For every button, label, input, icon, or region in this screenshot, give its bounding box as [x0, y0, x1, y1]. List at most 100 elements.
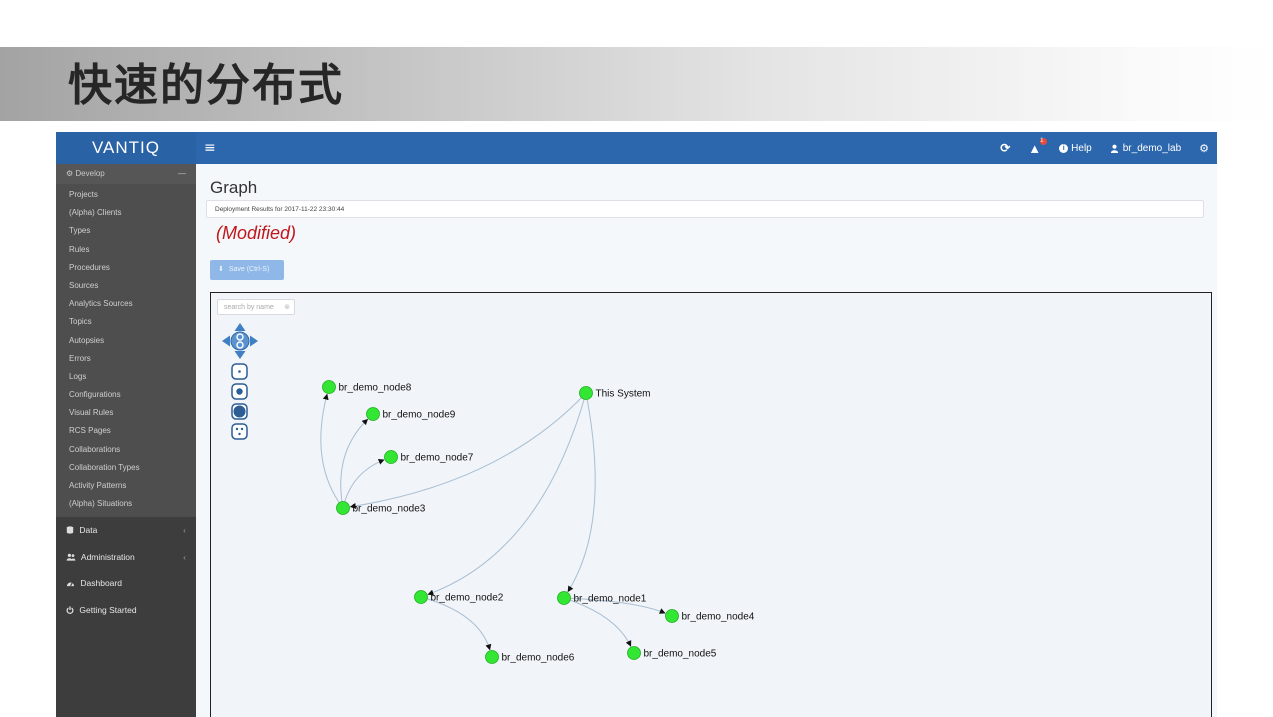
- settings-gears-icon[interactable]: ⚙: [1199, 142, 1209, 155]
- logo-text: VANTIQ: [91, 138, 161, 157]
- graph-node-label: br_demo_node4: [682, 612, 755, 623]
- graph-canvas[interactable]: This System br_demo_node8 br_demo_node9 br_…: [211, 293, 1210, 717]
- graph-node-circle[interactable]: [579, 386, 593, 400]
- sidebar-section-develop[interactable]: ⚙ Develop —: [56, 164, 196, 184]
- main-content: Graph Deployment Results for 2017-11-22 …: [196, 164, 1217, 717]
- graph-node-label: br_demo_node9: [383, 410, 456, 421]
- chevron-left-icon: ‹: [183, 525, 186, 536]
- graph-node-label: This System: [596, 389, 651, 400]
- sidebar-main-label: Administration: [80, 551, 135, 562]
- node-size-tool-small[interactable]: [231, 363, 248, 380]
- sidebar-item[interactable]: Collaboration Types: [56, 459, 196, 477]
- graph-node-label: br_demo_node2: [431, 593, 504, 604]
- database-icon: [66, 526, 74, 535]
- users-icon: [66, 553, 76, 561]
- menu-toggle-icon[interactable]: ≡: [204, 132, 216, 164]
- sidebar-item[interactable]: Collaborations: [56, 441, 196, 459]
- download-icon: ⬇: [218, 266, 224, 273]
- graph-node-n1[interactable]: br_demo_node1: [557, 591, 647, 605]
- sidebar-item[interactable]: Procedures: [56, 259, 196, 277]
- graph-edge-n3-n9: [340, 418, 369, 509]
- alerts-button[interactable]: ▲ 1: [1028, 137, 1048, 156]
- graph-edge-n1-n5: [563, 597, 632, 647]
- graph-node-n4[interactable]: br_demo_node4: [665, 609, 755, 623]
- gears-icon: ⚙: [66, 169, 74, 178]
- graph-node-circle[interactable]: [627, 646, 641, 660]
- sidebar-item[interactable]: (Alpha) Situations: [56, 495, 196, 513]
- graph-node-circle[interactable]: [366, 407, 380, 421]
- help-button[interactable]: i Help: [1059, 143, 1092, 154]
- sidebar-item[interactable]: Projects: [56, 186, 196, 204]
- sidebar-item[interactable]: Types: [56, 222, 196, 240]
- graph-node-n3[interactable]: br_demo_node3: [336, 501, 426, 515]
- help-label: Help: [1071, 142, 1092, 154]
- sidebar-develop-submenu: Projects (Alpha) Clients Types Rules Pro…: [56, 184, 196, 518]
- pan-up-icon[interactable]: [234, 323, 246, 331]
- sidebar-item-administration[interactable]: Administration ‹: [56, 544, 196, 571]
- sidebar-item[interactable]: Rules: [56, 241, 196, 259]
- sidebar-item[interactable]: Sources: [56, 277, 196, 295]
- save-button[interactable]: ⬇ Save (Ctrl-S): [210, 260, 284, 280]
- pan-left-icon[interactable]: [222, 335, 230, 347]
- graph-node-circle[interactable]: [414, 590, 428, 604]
- deployment-results-label: Deployment Results for 2017-11-22 23:30:…: [206, 200, 1204, 218]
- graph-navigation-control[interactable]: [222, 323, 258, 359]
- modified-status: (Modified): [216, 223, 297, 243]
- sidebar-item[interactable]: Configurations: [56, 386, 196, 404]
- graph-edge-sys-n1: [567, 392, 596, 593]
- graph-node-label: br_demo_node7: [401, 453, 474, 464]
- sidebar-item[interactable]: Errors: [56, 350, 196, 368]
- sidebar-item[interactable]: Analytics Sources: [56, 295, 196, 313]
- sidebar-item[interactable]: Logs: [56, 368, 196, 386]
- graph-node-circle[interactable]: [557, 591, 571, 605]
- app-logo[interactable]: VANTIQ: [56, 132, 196, 164]
- info-icon: i: [1059, 143, 1069, 153]
- sidebar-item[interactable]: RCS Pages: [56, 422, 196, 440]
- sidebar-item-getting-started[interactable]: Getting Started: [56, 597, 196, 624]
- refresh-icon[interactable]: ⟳: [1000, 141, 1010, 155]
- node-size-tool-medium[interactable]: [231, 383, 248, 400]
- graph-node-n2[interactable]: br_demo_node2: [414, 590, 504, 604]
- node-size-tool-large[interactable]: [231, 403, 248, 420]
- sidebar-main-label: Getting Started: [79, 604, 137, 615]
- graph-panel[interactable]: search by name ⊗ This System br_demo_nod…: [210, 292, 1212, 717]
- graph-edge-n2-n6: [420, 596, 492, 651]
- graph-node-label: br_demo_node1: [574, 594, 647, 605]
- graph-node-label: br_demo_node3: [353, 504, 426, 515]
- graph-node-n8[interactable]: br_demo_node8: [322, 380, 412, 394]
- graph-node-circle[interactable]: [384, 450, 398, 464]
- alert-count-badge: 1: [1040, 137, 1048, 145]
- page-title: Graph: [210, 178, 258, 197]
- sidebar-item-dashboard[interactable]: Dashboard: [56, 570, 196, 597]
- graph-edge-n3-n8: [320, 393, 344, 509]
- app-window: VANTIQ ≡ ⟳ ▲ 1 i Help br_demo_lab ⚙ ⚙ De…: [56, 132, 1217, 717]
- graph-edge-n3-n7: [342, 459, 385, 509]
- graph-node-n6[interactable]: br_demo_node6: [485, 650, 575, 664]
- user-icon: [1110, 144, 1118, 153]
- user-label: br_demo_lab: [1122, 142, 1182, 154]
- power-icon: [66, 606, 74, 614]
- graph-node-label: br_demo_node6: [502, 653, 575, 664]
- sidebar-item-data[interactable]: Data ‹: [56, 517, 196, 544]
- graph-node-circle[interactable]: [485, 650, 499, 664]
- layout-tool[interactable]: [231, 423, 248, 440]
- graph-node-sys[interactable]: This System: [579, 386, 651, 400]
- graph-node-circle[interactable]: [665, 609, 679, 623]
- graph-node-label: br_demo_node8: [339, 383, 412, 394]
- user-menu[interactable]: br_demo_lab: [1110, 143, 1181, 154]
- pan-center-icon[interactable]: [230, 331, 250, 351]
- pan-down-icon[interactable]: [234, 351, 246, 359]
- sidebar-item[interactable]: Visual Rules: [56, 404, 196, 422]
- sidebar-item[interactable]: Topics: [56, 313, 196, 331]
- graph-node-n9[interactable]: br_demo_node9: [366, 407, 456, 421]
- top-navbar: VANTIQ ≡ ⟳ ▲ 1 i Help br_demo_lab ⚙: [56, 132, 1217, 164]
- sidebar-item[interactable]: Activity Patterns: [56, 477, 196, 495]
- graph-node-n5[interactable]: br_demo_node5: [627, 646, 717, 660]
- sidebar-item[interactable]: (Alpha) Clients: [56, 204, 196, 222]
- graph-node-circle[interactable]: [322, 380, 336, 394]
- pan-right-icon[interactable]: [250, 335, 258, 347]
- sidebar: ⚙ Develop — Projects (Alpha) Clients Typ…: [56, 164, 196, 717]
- sidebar-item[interactable]: Autopsies: [56, 332, 196, 350]
- graph-node-n7[interactable]: br_demo_node7: [384, 450, 474, 464]
- graph-node-circle[interactable]: [336, 501, 350, 515]
